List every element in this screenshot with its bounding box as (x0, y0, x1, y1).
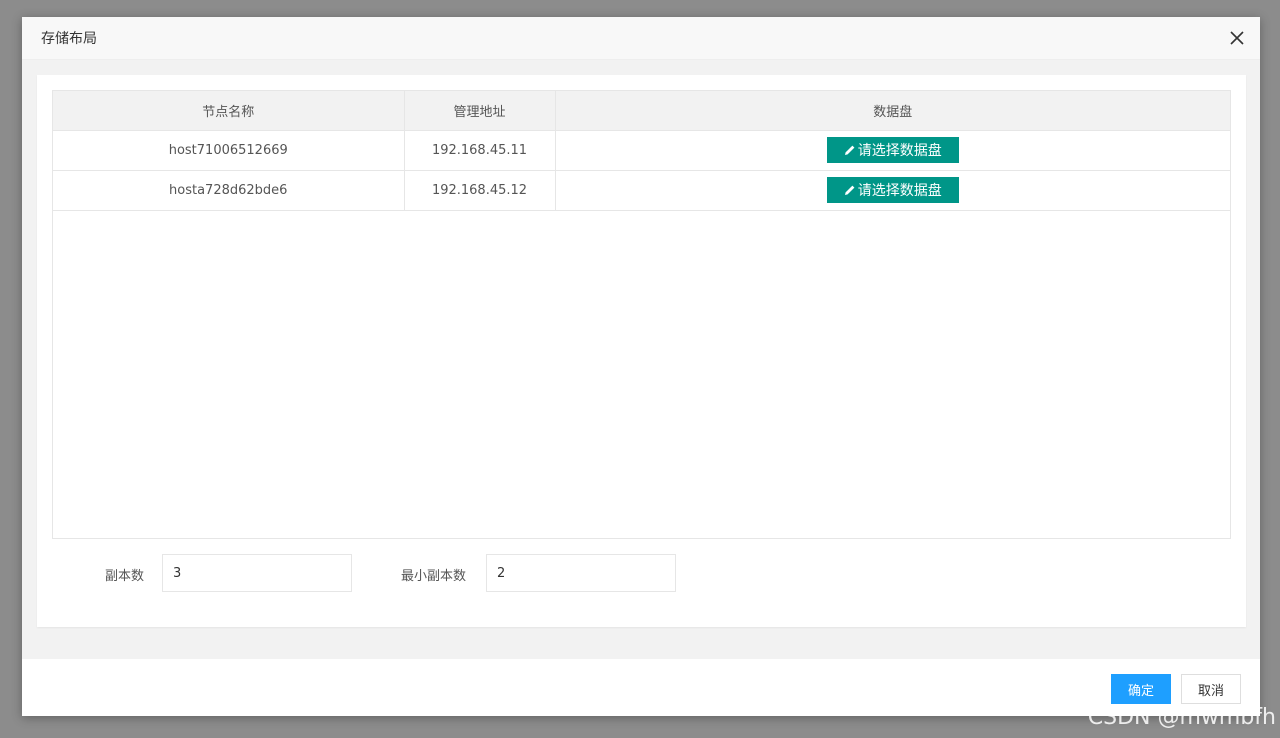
table-header-row: 节点名称 管理地址 数据盘 (53, 91, 1230, 131)
column-header-mgmt-address: 管理地址 (404, 91, 556, 131)
mgmt-address-cell: 192.168.45.11 (404, 130, 556, 171)
dialog-header: 存储布局 (22, 17, 1260, 60)
dialog-title: 存储布局 (41, 31, 97, 47)
replicas-label: 副本数 (105, 569, 145, 584)
column-header-node-name: 节点名称 (53, 91, 405, 131)
dialog-body: 节点名称 管理地址 数据盘 host71006512669 192.168.45… (37, 75, 1246, 627)
select-data-disk-label: 请选择数据盘 (857, 142, 942, 158)
edit-icon (844, 184, 856, 196)
node-name-cell: hosta728d62bde6 (53, 170, 405, 211)
table-row: hosta728d62bde6 192.168.45.12 请选择数据盘 (53, 170, 1230, 211)
column-header-data-disk: 数据盘 (555, 91, 1230, 131)
confirm-button[interactable]: 确定 (1111, 674, 1171, 704)
data-disk-cell: 请选择数据盘 (555, 170, 1230, 211)
edit-icon (844, 144, 856, 156)
node-table: 节点名称 管理地址 数据盘 host71006512669 192.168.45… (52, 90, 1231, 539)
select-data-disk-label: 请选择数据盘 (857, 182, 942, 198)
close-icon[interactable] (1228, 29, 1246, 47)
table-row: host71006512669 192.168.45.11 请选择数据盘 (53, 130, 1230, 171)
dialog-footer: 确定 取消 (22, 659, 1260, 716)
mgmt-address-cell: 192.168.45.12 (404, 170, 556, 211)
node-name-cell: host71006512669 (53, 130, 405, 171)
select-data-disk-button[interactable]: 请选择数据盘 (826, 177, 959, 203)
data-disk-cell: 请选择数据盘 (555, 130, 1230, 171)
replica-form: 副本数 最小副本数 (37, 554, 1246, 592)
replicas-input[interactable] (162, 554, 352, 592)
min-replicas-label: 最小副本数 (401, 569, 467, 584)
storage-layout-dialog: 存储布局 节点名称 管理地址 数据盘 host71006512669 192.1… (22, 17, 1260, 716)
select-data-disk-button[interactable]: 请选择数据盘 (826, 137, 959, 163)
cancel-button[interactable]: 取消 (1181, 674, 1241, 704)
min-replicas-input[interactable] (486, 554, 676, 592)
